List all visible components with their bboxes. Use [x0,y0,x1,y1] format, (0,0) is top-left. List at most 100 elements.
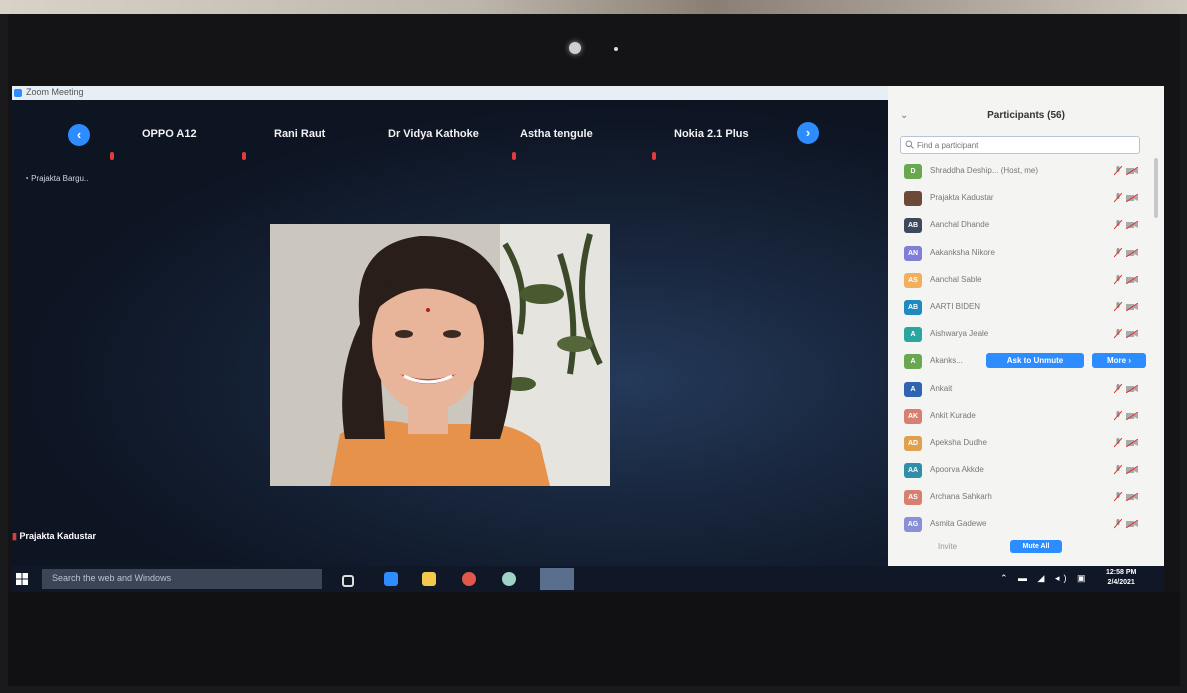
muted-mic-icon [1114,437,1122,448]
clock-date: 2/4/2021 [1107,579,1135,586]
muted-mic-icon [110,152,114,160]
participant-name: AARTI BIDEN [930,301,981,311]
video-off-icon [1126,493,1138,502]
avatar: A [904,381,922,397]
avatar: AD [904,435,922,451]
participants-title: Participants (56) [987,110,1065,121]
search-icon [905,140,914,149]
taskbar-search-text: Search the web and Windows [52,573,172,583]
gallery-tile-name[interactable]: Rani Raut [274,128,325,140]
video-off-icon [1126,302,1138,311]
participant-name: Aakanksha Nikore [930,247,995,257]
avatar [904,191,922,207]
participant-row[interactable]: AB AARTI BIDEN [888,294,1164,321]
video-off-icon [1126,248,1138,257]
muted-mic-icon: ▮ [12,531,17,541]
video-off-icon [1126,330,1138,339]
participant-row[interactable]: AK Ankit Kurade [888,403,1164,430]
video-off-icon [1126,167,1138,175]
video-off-icon [1126,466,1138,475]
avatar: AA [904,463,922,479]
participant-name: Apeksha Dudhe [930,437,987,447]
taskbar-clock[interactable]: 12:58 PM 2/4/2021 [1106,568,1136,588]
person-photo-icon [270,224,610,486]
participant-name: Aanchal Dhande [930,220,990,230]
taskbar-search[interactable]: Search the web and Windows [42,569,322,589]
avatar: D [904,164,922,179]
gallery-tile-name[interactable]: Dr Vidya Kathoke [388,128,479,140]
avatar: AB [904,299,922,315]
clock-time: 12:58 PM [1106,569,1137,576]
muted-mic-icon [1114,166,1122,176]
mute-all-button[interactable]: Mute All [1010,540,1062,553]
participant-name: Apoorva Akkde [930,465,984,475]
video-off-icon [1126,275,1138,284]
muted-mic-icon [512,152,516,160]
video-off-icon [1126,520,1138,529]
monitor-bottom-bezel [8,592,1180,686]
muted-mic-icon [1114,247,1122,257]
active-speaker-label: ◔ Prajakta Bargu.. [24,174,89,183]
avatar: A [904,354,922,370]
participant-row[interactable]: A Ankait [888,376,1164,403]
participants-panel: ⌄ Participants (56) D Shraddha Deship... … [888,86,1164,566]
monitor-screen: Zoom Meeting ‹ OPPO A12 Rani Raut Dr Vid… [12,86,1164,592]
avatar: AN [904,245,922,261]
edge-browser-icon[interactable] [384,572,398,586]
chrome-icon[interactable] [462,572,476,586]
participant-name: Shraddha Deship... (Host, me) [930,166,1039,175]
muted-mic-icon [652,152,656,160]
more-button[interactable]: More › [1092,353,1146,369]
system-tray-icons[interactable]: ⌃ ▬ ◢ ◂) ▣ [1000,573,1089,584]
participant-name: Prajakta Kadustar [930,193,994,203]
participant-row[interactable]: A Akanks... Ask to Unmute More › [888,348,1164,375]
participant-row[interactable]: A Aishwarya Jeale [888,321,1164,348]
gallery-tile-name[interactable]: OPPO A12 [142,128,197,140]
search-input[interactable] [917,137,1135,153]
participant-row[interactable]: D Shraddha Deship... (Host, me) [888,158,1164,185]
gallery-tile-name[interactable]: Astha tengule [520,128,593,140]
participant-row[interactable]: AD Apeksha Dudhe [888,430,1164,457]
participant-name: Archana Sahkarh [930,492,992,502]
webcam-icon [569,42,581,54]
zoom-app-icon [14,89,22,97]
participant-name: Ankait [930,383,953,393]
participant-row[interactable]: AN Aakanksha Nikore [888,240,1164,267]
muted-mic-icon [1114,410,1122,421]
participant-row[interactable]: AG Asmita Gadewe [888,511,1164,538]
chevron-right-icon[interactable]: › [797,122,819,144]
participant-row[interactable]: AS Aanchal Sable [888,267,1164,294]
gallery-tile-name[interactable]: Nokia 2.1 Plus [674,128,749,140]
participant-search[interactable] [900,136,1140,154]
participant-row[interactable]: AS Archana Sahkarh [888,484,1164,511]
chevron-left-icon[interactable]: ‹ [68,124,90,146]
participant-name: Aanchal Sable [930,274,982,284]
muted-mic-icon [1114,519,1122,529]
windows-start-icon[interactable] [16,573,28,585]
participant-name: Asmita Gadewe [930,519,987,529]
muted-mic-icon [1114,329,1122,339]
participant-row[interactable]: AB Aanchal Dhande [888,212,1164,239]
participant-row[interactable]: AA Apoorva Akkde [888,457,1164,484]
participants-list: D Shraddha Deship... (Host, me) Prajakta K… [888,158,1164,539]
avatar: AB [904,218,922,234]
ask-to-unmute-button[interactable]: Ask to Unmute [986,353,1084,369]
window-title: Zoom Meeting [26,87,84,97]
muted-mic-icon [1114,465,1122,475]
avatar: AK [904,408,922,424]
participants-footer: Invite Mute All [888,536,1164,558]
participant-row[interactable]: Prajakta Kadustar [888,185,1164,212]
windows-taskbar: Search the web and Windows ⌃ ▬ ◢ ◂) ▣ 12… [12,566,1164,592]
task-view-icon[interactable] [342,575,354,587]
muted-mic-icon [1114,220,1122,230]
muted-mic-icon [242,152,246,160]
file-explorer-icon[interactable] [422,572,436,586]
participant-video-photo [270,224,610,486]
participant-name: Aishwarya Jeale [930,329,989,339]
zoom-taskbar-icon[interactable] [540,568,574,590]
app-icon[interactable] [502,572,516,586]
participant-name: Ankit Kurade [930,410,976,420]
invite-button[interactable]: Invite [938,542,957,551]
video-off-icon [1126,411,1138,420]
window-titlebar: Zoom Meeting [12,86,888,100]
